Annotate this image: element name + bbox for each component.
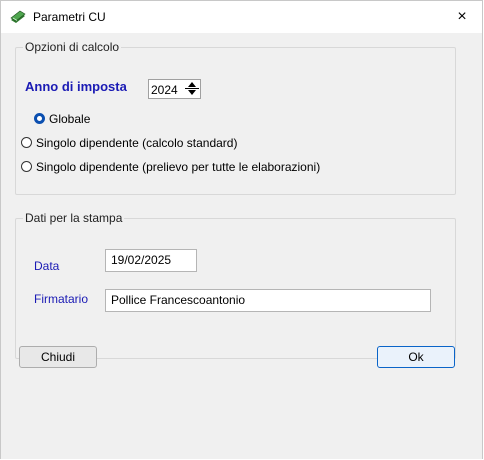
ok-button[interactable]: Ok <box>377 346 455 368</box>
radio-singolo-prelievo-label: Singolo dipendente (prelievo per tutte l… <box>36 160 321 174</box>
data-label: Data <box>34 259 60 273</box>
data-field[interactable]: 19/02/2025 <box>105 249 197 272</box>
stampa-group-legend: Dati per la stampa <box>25 211 123 225</box>
dialog-content: Opzioni di calcolo Anno di imposta 2024 … <box>1 33 482 459</box>
radio-globale-label: Globale <box>49 112 91 126</box>
anno-spinner[interactable]: 2024 <box>148 79 201 99</box>
dialog-window: Parametri CU × Opzioni di calcolo Anno d… <box>0 0 483 459</box>
title-bar[interactable]: Parametri CU × <box>1 1 482 33</box>
chiudi-button[interactable]: Chiudi <box>19 346 97 368</box>
radio-checked-icon[interactable] <box>34 113 45 124</box>
radio-singolo-standard-label: Singolo dipendente (calcolo standard) <box>36 136 238 150</box>
firmatario-field[interactable]: Pollice Francescoantonio <box>105 289 431 312</box>
window-title: Parametri CU <box>33 10 106 24</box>
app-icon <box>10 10 26 24</box>
radio-unchecked-icon[interactable] <box>21 161 32 172</box>
firmatario-label: Firmatario <box>34 292 89 306</box>
anno-value[interactable]: 2024 <box>151 83 178 97</box>
calcolo-group-legend: Opzioni di calcolo <box>25 40 120 54</box>
radio-unchecked-icon[interactable] <box>21 137 32 148</box>
spin-down-icon[interactable] <box>185 89 199 97</box>
close-icon[interactable]: × <box>442 1 482 33</box>
stampa-group: Dati per la stampa <box>15 211 456 359</box>
anno-label: Anno di imposta <box>25 79 127 94</box>
